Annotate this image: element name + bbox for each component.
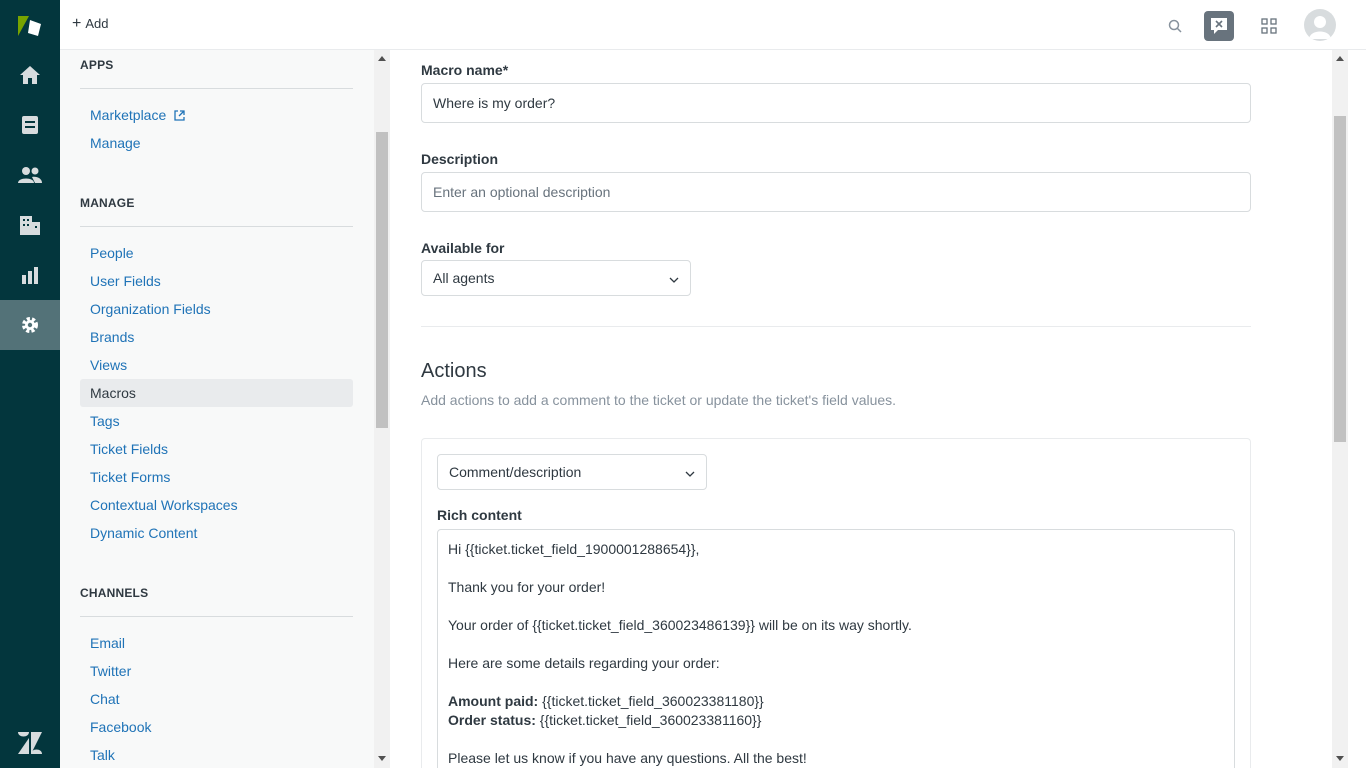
channels-section: CHANNELS Email Twitter Chat Facebook Tal…: [80, 586, 353, 768]
scroll-up-arrow-icon[interactable]: [378, 56, 386, 61]
user-avatar[interactable]: [1304, 9, 1336, 41]
editor-line: Your order of {{ticket.ticket_field_3600…: [448, 617, 912, 633]
editor-line-amount: Amount paid: {{ticket.ticket_field_36002…: [448, 692, 1224, 711]
add-button-label: Add: [85, 16, 109, 31]
sidebar-scrollbar[interactable]: [374, 50, 390, 768]
add-button[interactable]: + Add: [72, 14, 109, 32]
product-rail: [0, 0, 60, 768]
available-for-label: Available for: [421, 240, 505, 256]
apps-heading: APPS: [80, 58, 353, 89]
sidebar-item-manage[interactable]: Manage: [80, 129, 353, 157]
action-card: Comment/description Rich content Hi {{ti…: [421, 438, 1251, 768]
rich-content-editor[interactable]: Hi {{ticket.ticket_field_1900001288654}}…: [437, 529, 1235, 768]
sidebar-item-people[interactable]: People: [80, 239, 353, 267]
editor-line-status: Order status: {{ticket.ticket_field_3600…: [448, 711, 1224, 730]
rich-content-label: Rich content: [437, 507, 522, 523]
apps-section: APPS Marketplace Manage: [80, 58, 353, 157]
tickets-icon[interactable]: [0, 100, 60, 150]
product-tray-icon[interactable]: [1254, 11, 1284, 41]
sidebar-item-views[interactable]: Views: [80, 351, 353, 379]
top-bar: + Add: [60, 0, 1366, 50]
page-scrollbar-track[interactable]: [1332, 50, 1348, 768]
home-icon[interactable]: [0, 50, 60, 100]
sidebar-item-email[interactable]: Email: [80, 629, 353, 657]
order-status-label: Order status:: [448, 712, 536, 728]
actions-heading: Actions: [421, 360, 487, 382]
conversations-icon[interactable]: [1204, 11, 1234, 41]
action-type-value: Comment/description: [449, 464, 582, 480]
macro-name-input[interactable]: Where is my order?: [421, 83, 1251, 123]
chevron-down-icon: [685, 464, 695, 480]
scroll-down-arrow-icon[interactable]: [378, 756, 386, 761]
editor-line: Please let us know if you have any quest…: [448, 750, 807, 766]
channels-heading: CHANNELS: [80, 586, 353, 617]
sidebar-item-ticket-fields[interactable]: Ticket Fields: [80, 435, 353, 463]
admin-gear-icon[interactable]: [0, 300, 60, 350]
sidebar-item-contextual-workspaces[interactable]: Contextual Workspaces: [80, 491, 353, 519]
macro-editor-main: Macro name* Where is my order? Descripti…: [390, 50, 1332, 768]
editor-line: Here are some details regarding your ord…: [448, 655, 720, 671]
sidebar-item-marketplace[interactable]: Marketplace: [80, 101, 353, 129]
amount-paid-value: {{ticket.ticket_field_360023381180}}: [538, 693, 764, 709]
organizations-icon[interactable]: [0, 200, 60, 250]
sidebar-item-organization-fields[interactable]: Organization Fields: [80, 295, 353, 323]
reporting-icon[interactable]: [0, 250, 60, 300]
sidebar-scrollbar-thumb[interactable]: [376, 132, 388, 428]
sidebar-item-twitter[interactable]: Twitter: [80, 657, 353, 685]
available-for-select[interactable]: All agents: [421, 260, 691, 296]
action-type-select[interactable]: Comment/description: [437, 454, 707, 490]
sidebar-item-dynamic-content[interactable]: Dynamic Content: [80, 519, 353, 547]
plus-icon: +: [72, 14, 82, 32]
sidebar-item-macros[interactable]: Macros: [80, 379, 353, 407]
search-icon[interactable]: [1160, 11, 1190, 41]
page-scrollbar[interactable]: [1332, 50, 1366, 768]
admin-sidebar: APPS Marketplace Manage MANAGE People Us…: [60, 50, 374, 768]
sidebar-item-tags[interactable]: Tags: [80, 407, 353, 435]
scroll-up-arrow-icon[interactable]: [1336, 56, 1344, 61]
section-divider: [421, 326, 1251, 327]
manage-heading: MANAGE: [80, 196, 353, 227]
page-scrollbar-thumb[interactable]: [1334, 116, 1346, 442]
scroll-down-arrow-icon[interactable]: [1336, 756, 1344, 761]
order-status-value: {{ticket.ticket_field_360023381160}}: [535, 712, 762, 728]
editor-line: Thank you for your order!: [448, 579, 606, 595]
sidebar-item-brands[interactable]: Brands: [80, 323, 353, 351]
description-textarea[interactable]: Enter an optional description: [421, 172, 1251, 212]
chevron-down-icon: [669, 270, 679, 286]
sidebar-item-facebook[interactable]: Facebook: [80, 713, 353, 741]
available-for-value: All agents: [433, 270, 495, 286]
zendesk-logo: [16, 730, 44, 756]
editor-line: Hi {{ticket.ticket_field_1900001288654}}…: [448, 541, 700, 557]
sidebar-item-talk[interactable]: Talk: [80, 741, 353, 768]
actions-subtext: Add actions to add a comment to the tick…: [421, 392, 897, 408]
zendesk-support-logo[interactable]: [16, 12, 44, 38]
manage-section: MANAGE People User Fields Organization F…: [80, 196, 353, 547]
sidebar-item-user-fields[interactable]: User Fields: [80, 267, 353, 295]
sidebar-item-ticket-forms[interactable]: Ticket Forms: [80, 463, 353, 491]
sidebar-item-label: Marketplace: [90, 107, 167, 123]
description-label: Description: [421, 151, 499, 167]
sidebar-item-chat[interactable]: Chat: [80, 685, 353, 713]
users-icon[interactable]: [0, 150, 60, 200]
macro-name-label: Macro name*: [421, 62, 509, 78]
amount-paid-label: Amount paid:: [448, 693, 539, 709]
external-link-icon: [174, 102, 185, 130]
